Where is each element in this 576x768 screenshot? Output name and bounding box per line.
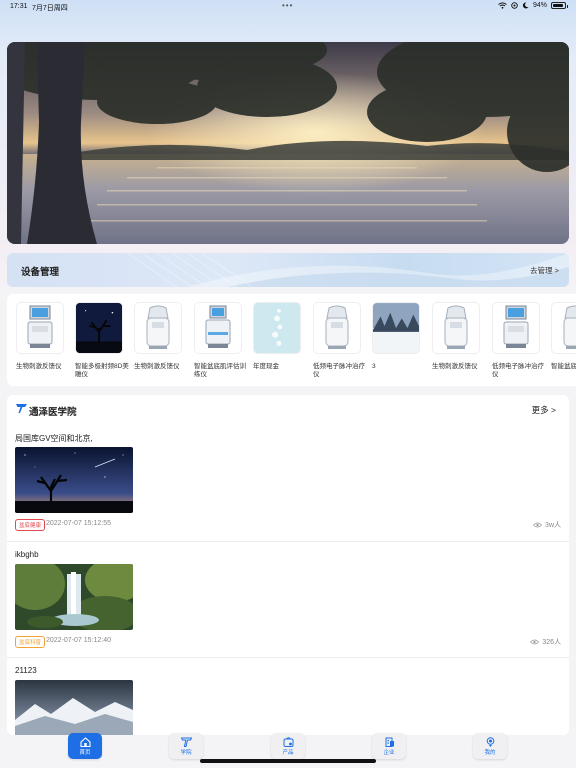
academy-header: 通泽医学院 更多 >: [7, 395, 569, 423]
eye-icon: [533, 522, 543, 528]
battery-percent: 94%: [532, 2, 547, 9]
product-name: 年度现金: [253, 363, 279, 370]
article-title: ikbghb: [15, 550, 39, 559]
article-view-count: 3w人: [545, 522, 561, 529]
product-name: 生物刺激反馈仪: [16, 363, 62, 370]
tab-label: 产品: [282, 749, 294, 756]
article-view-count: 326人: [542, 639, 561, 646]
article-image-night-tree: [15, 447, 133, 513]
photo-tree-icon: [75, 302, 123, 354]
eye-icon: [530, 639, 540, 645]
battery-icon: [551, 2, 568, 9]
photo-snow-icon: [372, 302, 420, 354]
machine-icon: [432, 302, 480, 354]
product-item[interactable]: 智能盆底肌恢复: [551, 302, 576, 371]
wifi-icon: [498, 2, 507, 9]
machine-icon: [194, 302, 242, 354]
academy-t-icon: [180, 737, 192, 747]
article-tag: 盆底科普: [15, 636, 46, 648]
article-title: 局国库GV空间和北京,: [15, 434, 93, 443]
product-item[interactable]: 生物刺激反馈仪: [432, 302, 480, 371]
academy-title: 通泽医学院: [29, 407, 77, 418]
device-management-card[interactable]: 设备管理 去管理 >: [7, 253, 569, 287]
tab-products[interactable]: 产品: [271, 733, 305, 759]
tab-academy[interactable]: 学院: [169, 733, 203, 759]
status-bar: 17:31 7月7日周四 ••• 94%: [0, 0, 576, 14]
article-item[interactable]: ikbghb 盆底科普 2022-07-07 15:12:40 326人: [7, 550, 569, 658]
tab-enterprise[interactable]: 企业: [372, 733, 406, 759]
home-indicator[interactable]: [200, 759, 376, 763]
product-item[interactable]: 低频电子脉冲治疗仪: [492, 302, 544, 379]
article-views: 3w人: [533, 520, 561, 530]
machine-icon: [551, 302, 576, 354]
product-carousel[interactable]: 生物刺激反馈仪 智能多极射频8D美雕仪 生物刺激反馈仪 智能盆底肌评估训练仪 年…: [7, 294, 576, 386]
article-date: 2022-07-07 15:12:55: [46, 520, 111, 527]
product-name: 智能盆底肌评估训练仪: [194, 363, 246, 378]
chevron-right-icon: >: [551, 405, 556, 415]
product-item[interactable]: 生物刺激反馈仪: [134, 302, 182, 371]
machine-icon: [134, 302, 182, 354]
divider: [7, 541, 569, 542]
go-manage-link[interactable]: 去管理 >: [530, 265, 559, 276]
article-item[interactable]: 局国库GV空间和北京, 盆底健康 2022-07-07 15:12:55 3w人: [7, 433, 569, 541]
article-item[interactable]: 21123: [7, 666, 569, 735]
banner-lake-image: [7, 42, 569, 244]
product-item[interactable]: 3: [372, 302, 420, 371]
more-label: 更多: [531, 405, 549, 415]
product-name: 智能盆底肌恢复: [551, 363, 576, 370]
multitasking-dots-icon[interactable]: •••: [282, 1, 293, 10]
product-name: 3: [372, 363, 376, 370]
photo-bubbles-icon: [253, 302, 301, 354]
product-item[interactable]: 年度现金: [253, 302, 301, 371]
product-name: 智能多极射频8D美雕仪: [75, 363, 129, 378]
academy-section: 通泽医学院 更多 > 局国库GV空间和北京, 盆底健康 2022-07-07 1…: [7, 395, 569, 735]
building-icon: [385, 737, 394, 747]
tab-label: 首页: [79, 749, 91, 756]
user-icon: [486, 736, 494, 747]
tab-label: 企业: [383, 749, 395, 756]
machine-icon: [313, 302, 361, 354]
article-image-waterfall: [15, 564, 133, 630]
product-bag-icon: [283, 736, 293, 747]
divider: [7, 657, 569, 658]
product-item[interactable]: 智能多极射频8D美雕仪: [75, 302, 129, 379]
status-date: 7月7日周四: [32, 5, 68, 12]
product-item[interactable]: 生物刺激反馈仪: [16, 302, 64, 371]
device-management-title: 设备管理: [21, 267, 60, 278]
product-item[interactable]: 低频电子脉冲治疗仪: [313, 302, 365, 379]
tab-label: 我的: [484, 749, 496, 756]
tab-home[interactable]: 首页: [68, 733, 102, 759]
status-time: 17:31: [10, 3, 28, 10]
product-name: 生物刺激反馈仪: [134, 363, 180, 370]
article-title: 21123: [15, 666, 37, 675]
machine-icon: [492, 302, 540, 354]
product-name: 低频电子脉冲治疗仪: [313, 363, 365, 378]
wave-decoration-icon: [126, 253, 569, 287]
more-link[interactable]: 更多 >: [532, 404, 556, 416]
location-icon: [511, 2, 518, 9]
hero-banner[interactable]: [7, 42, 569, 244]
status-icons: 94%: [498, 2, 568, 9]
home-icon: [79, 736, 91, 747]
article-image-mountains: [15, 680, 133, 735]
machine-icon: [16, 302, 64, 354]
tab-mine[interactable]: 我的: [473, 733, 507, 759]
moon-icon: [522, 2, 529, 9]
product-item[interactable]: 智能盆底肌评估训练仪: [194, 302, 246, 379]
tongze-logo-icon: [16, 404, 27, 413]
tab-label: 学院: [180, 749, 192, 756]
article-date: 2022-07-07 15:12:40: [46, 637, 111, 644]
article-tag: 盆底健康: [15, 519, 46, 531]
article-views: 326人: [530, 637, 561, 647]
product-name: 低频电子脉冲治疗仪: [492, 363, 544, 378]
product-name: 生物刺激反馈仪: [432, 363, 478, 370]
